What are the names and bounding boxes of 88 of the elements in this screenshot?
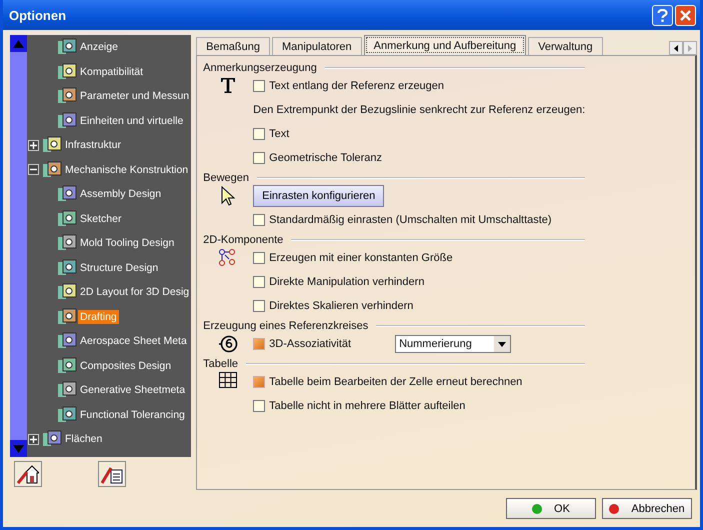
module-icon: [42, 160, 62, 179]
checkbox-label: 3D-Assoziativität: [269, 338, 352, 350]
tree-item[interactable]: 2D Layout for 3D Desig: [78, 285, 192, 300]
module-icon: [57, 185, 77, 204]
left-arrow-icon: [674, 44, 678, 52]
checkbox-label: Tabelle beim Bearbeiten der Zelle erneut berechnen: [269, 376, 522, 388]
tab[interactable]: Bemaßung: [196, 37, 270, 55]
tree-item[interactable]: Einheiten und virtuelle: [78, 114, 186, 128]
ok-button[interactable]: OK: [506, 498, 596, 519]
module-icon: [57, 356, 77, 375]
close-button[interactable]: [675, 4, 696, 26]
tree-item[interactable]: Composites Design: [78, 358, 174, 373]
tree-item[interactable]: Structure Design: [78, 260, 160, 275]
help-icon: [657, 8, 668, 22]
tree-item[interactable]: Mold Tooling Design: [78, 236, 176, 250]
module-icon: [57, 234, 77, 252]
help-button[interactable]: [652, 4, 673, 26]
text-icon: [219, 76, 238, 94]
checkbox[interactable]: [253, 80, 266, 92]
module-icon: [57, 38, 77, 56]
checkbox[interactable]: [253, 300, 266, 312]
scroll-down-icon: [13, 444, 24, 452]
checkbox-label: Geometrische Toleranz: [269, 152, 382, 164]
module-icon: [57, 332, 77, 350]
expand-icon[interactable]: [28, 434, 39, 445]
checkbox-label: Tabelle nicht in mehrere Blätter aufteilen: [269, 400, 466, 412]
checkbox[interactable]: [253, 400, 266, 412]
section-title: Anmerkungserzeugung: [203, 62, 317, 74]
checkbox-label: Text entlang der Referenz erzeugen: [269, 80, 444, 92]
window-title: Optionen: [9, 8, 68, 22]
checkbox[interactable]: [253, 376, 266, 388]
tree-item[interactable]: Generative Sheetmeta: [78, 383, 188, 398]
pointer-icon: [221, 186, 236, 206]
checkbox-label: Standardmäßig einrasten (Umschalten mit Umschalttaste): [269, 214, 552, 226]
collapse-icon[interactable]: [28, 164, 39, 176]
module-icon: [57, 308, 77, 326]
module-icon: [57, 406, 77, 424]
module-icon: [57, 258, 77, 277]
description-text: Den Extrempunkt der Bezugslinie senkrecht zur Referenz erzeugen:: [253, 104, 586, 116]
checkbox[interactable]: [253, 252, 266, 264]
tab[interactable]: Verwaltung: [528, 37, 603, 55]
module-icon: [57, 112, 77, 130]
checkbox-label: Erzeugen mit einer konstanten Größe: [269, 252, 453, 264]
configure-button[interactable]: Einrasten konfigurieren: [253, 185, 384, 207]
section-title: Bewegen: [203, 172, 250, 184]
tree-item[interactable]: Functional Tolerancing: [78, 408, 187, 422]
module-icon: [57, 381, 77, 400]
tab-left-button[interactable]: [669, 41, 684, 55]
checkbox[interactable]: [253, 338, 266, 350]
expand-icon[interactable]: [28, 140, 39, 151]
section-title: Tabelle: [203, 358, 238, 370]
checkbox[interactable]: [253, 276, 266, 288]
checkbox[interactable]: [253, 214, 266, 226]
tab[interactable]: Manipulatoren: [272, 37, 362, 55]
tree-item[interactable]: Aerospace Sheet Meta: [78, 334, 189, 348]
dropdown-arrow-icon: [498, 342, 506, 346]
module-icon: [42, 430, 62, 448]
tab[interactable]: Anmerkung und Aufbereitung: [364, 35, 526, 55]
scrollbar[interactable]: [10, 35, 27, 457]
module-icon: [57, 210, 77, 228]
tree-item[interactable]: Parameter und Messun: [78, 89, 192, 104]
module-icon: [57, 62, 77, 81]
right-arrow-icon: [688, 44, 692, 52]
tree-item[interactable]: Kompatibilität: [78, 64, 146, 79]
section-title: Erzeugung eines Referenzkreises: [203, 320, 368, 332]
home-tool-button[interactable]: [14, 461, 42, 487]
checkbox-label: Direktes Skalieren verhindern: [269, 300, 414, 312]
section-title: 2D-Komponente: [203, 234, 284, 246]
tree-item[interactable]: Mechanische Konstruktion: [63, 162, 190, 177]
tree-item[interactable]: Anzeige: [78, 40, 120, 54]
checkbox[interactable]: [253, 152, 266, 164]
tree-item[interactable]: Flächen: [63, 432, 104, 446]
checkbox-label: Text: [269, 128, 290, 140]
scroll-up-icon: [13, 40, 24, 48]
cancel-button[interactable]: Abbrechen: [602, 498, 692, 519]
tree-item[interactable]: Assembly Design: [78, 187, 164, 202]
list-tool-button[interactable]: [98, 461, 126, 487]
balloon-icon: [218, 334, 238, 354]
checkbox-label: Direkte Manipulation verhindern: [269, 276, 424, 288]
close-icon: [680, 10, 691, 20]
module-icon: [57, 87, 77, 106]
module-icon: [57, 283, 77, 302]
module-icon: [42, 136, 62, 154]
checkbox[interactable]: [253, 128, 266, 140]
table-icon: [219, 372, 238, 388]
tree-item[interactable]: Infrastruktur: [63, 138, 124, 152]
tree-item[interactable]: Sketcher: [78, 212, 124, 226]
dropdown-field[interactable]: Nummerierung: [395, 335, 512, 353]
